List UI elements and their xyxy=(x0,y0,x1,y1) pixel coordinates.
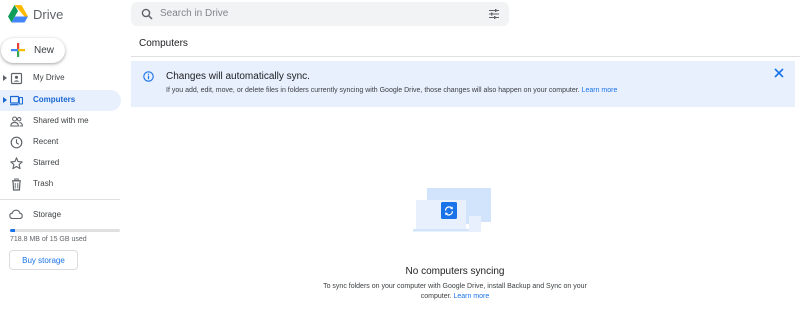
storage-usage-bar xyxy=(10,229,120,232)
sidebar-item-recent[interactable]: Recent xyxy=(0,132,121,153)
sidebar-item-label: Trash xyxy=(33,179,54,188)
sidebar-item-label: My Drive xyxy=(33,73,65,82)
plus-icon xyxy=(11,43,25,57)
computer-icon xyxy=(10,95,23,106)
storage-usage-fill xyxy=(10,229,16,232)
storage-usage-text: 718.8 MB of 15 GB used xyxy=(10,236,87,243)
buy-storage-button[interactable]: Buy storage xyxy=(9,250,78,270)
sidebar-item-label: Starred xyxy=(33,158,60,167)
page-title: Computers xyxy=(139,38,188,49)
banner-body: If you add, edit, move, or delete files … xyxy=(166,87,617,94)
search-bar[interactable]: Search in Drive xyxy=(131,2,509,26)
expand-caret-icon[interactable] xyxy=(3,97,7,103)
drive-folder-icon xyxy=(10,72,23,85)
title-divider xyxy=(131,56,800,57)
sidebar-item-shared-with-me[interactable]: Shared with me xyxy=(0,111,121,132)
cloud-icon xyxy=(9,209,23,220)
search-input[interactable]: Search in Drive xyxy=(160,8,228,19)
computers-illustration-icon xyxy=(413,188,491,232)
top-bar: Drive Search in Drive xyxy=(0,0,800,30)
sidebar-divider xyxy=(0,199,120,200)
star-icon xyxy=(10,157,23,170)
sidebar-item-label: Computers xyxy=(33,95,76,104)
people-icon xyxy=(10,116,23,127)
new-button[interactable]: New xyxy=(1,38,65,63)
google-drive-logo-icon[interactable] xyxy=(8,5,28,23)
sidebar-item-trash[interactable]: Trash xyxy=(0,174,121,195)
empty-state-learn-more-link[interactable]: Learn more xyxy=(453,293,489,300)
empty-state-title: No computers syncing xyxy=(405,266,505,277)
close-icon[interactable] xyxy=(773,67,785,79)
sidebar-item-starred[interactable]: Starred xyxy=(0,153,121,174)
empty-state-body: To sync folders on your computer with Go… xyxy=(312,282,598,302)
sidebar-item-computers[interactable]: Computers xyxy=(0,90,121,111)
banner-title: Changes will automatically sync. xyxy=(166,71,310,82)
sidebar-item-label: Shared with me xyxy=(33,116,89,125)
info-icon xyxy=(143,71,154,82)
banner-body-text: If you add, edit, move, or delete files … xyxy=(166,87,580,94)
buy-storage-label: Buy storage xyxy=(22,256,65,265)
storage-label[interactable]: Storage xyxy=(33,210,61,219)
sidebar-item-label: Recent xyxy=(33,137,59,146)
search-icon[interactable] xyxy=(141,8,153,20)
sidebar-item-my-drive[interactable]: My Drive xyxy=(0,68,121,89)
clock-icon xyxy=(10,136,23,149)
sync-info-banner: Changes will automatically sync. If you … xyxy=(131,61,795,107)
search-options-icon[interactable] xyxy=(488,8,500,20)
expand-caret-icon[interactable] xyxy=(3,75,7,81)
new-button-label: New xyxy=(34,45,55,56)
app-name[interactable]: Drive xyxy=(33,7,63,22)
trash-icon xyxy=(12,178,21,191)
banner-learn-more-link[interactable]: Learn more xyxy=(582,87,618,94)
